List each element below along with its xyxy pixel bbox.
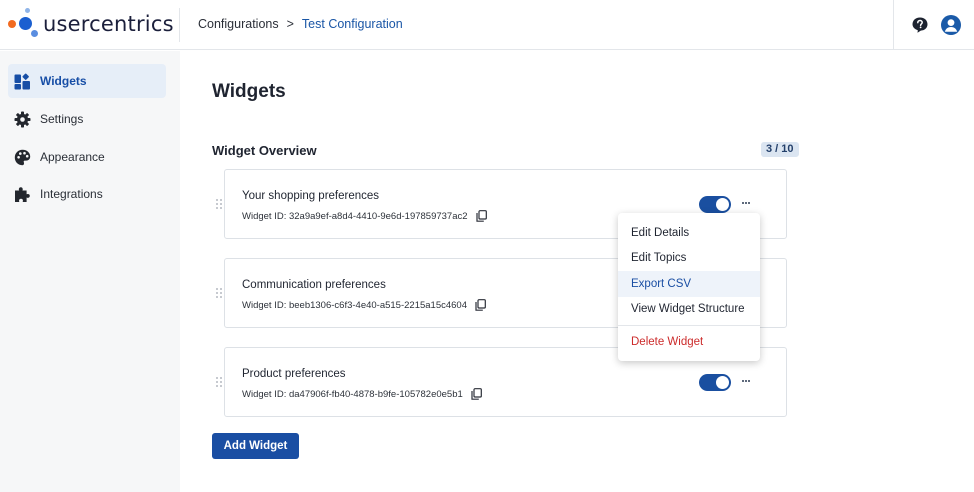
sidebar: Widgets Settings Appearance Integrations — [0, 51, 180, 492]
sidebar-item-label: Widgets — [40, 74, 87, 88]
user-avatar-icon[interactable] — [941, 15, 961, 35]
toggle-knob — [716, 376, 729, 389]
toggle-knob — [716, 198, 729, 211]
sidebar-item-appearance[interactable]: Appearance — [8, 140, 166, 174]
widget-count-badge: 3 / 10 — [761, 142, 799, 157]
breadcrumb-configurations[interactable]: Configurations — [198, 17, 279, 31]
page-title: Widgets — [212, 81, 286, 102]
logo-dot-orange — [8, 20, 16, 28]
more-options-icon[interactable] — [739, 374, 753, 388]
widget-id: Widget ID: 32a9a9ef-a8d4-4410-9e6d-19785… — [242, 210, 487, 222]
copy-icon[interactable] — [475, 299, 486, 311]
widget-context-menu: Edit Details Edit Topics Export CSV View… — [618, 213, 760, 361]
drag-handle-icon[interactable] — [215, 198, 223, 210]
usercentrics-logo[interactable]: usercentrics — [8, 6, 178, 44]
header-divider — [179, 8, 180, 42]
top-header: usercentrics Configurations > Test Confi… — [0, 0, 974, 50]
logo-dot-blue — [19, 17, 32, 30]
breadcrumb-separator: > — [286, 17, 294, 31]
palette-icon — [14, 149, 31, 165]
widget-id: Widget ID: beeb1306-c6f3-4e40-a515-2215a… — [242, 299, 486, 311]
breadcrumb: Configurations > Test Configuration — [198, 17, 403, 31]
gear-icon — [14, 111, 31, 127]
logo-dot-blue-light — [31, 30, 38, 37]
sidebar-item-label: Integrations — [40, 187, 103, 201]
puzzle-icon — [15, 186, 30, 202]
logo-dot-blue-small — [25, 8, 30, 13]
widget-id-text: Widget ID: beeb1306-c6f3-4e40-a515-2215a… — [242, 299, 467, 311]
menu-item-export-csv[interactable]: Export CSV — [618, 271, 760, 297]
drag-handle-icon[interactable] — [215, 376, 223, 388]
widget-id: Widget ID: da47906f-fb40-4878-b9fe-10578… — [242, 388, 482, 400]
copy-icon[interactable] — [475, 210, 487, 222]
brand-name: usercentrics — [43, 12, 174, 36]
menu-divider — [618, 325, 760, 326]
widget-id-text: Widget ID: 32a9a9ef-a8d4-4410-9e6d-19785… — [242, 210, 468, 222]
breadcrumb-current[interactable]: Test Configuration — [302, 17, 403, 31]
menu-item-delete-widget[interactable]: Delete Widget — [618, 329, 760, 355]
copy-icon[interactable] — [471, 388, 482, 400]
sidebar-item-settings[interactable]: Settings — [8, 102, 166, 136]
widget-enabled-toggle[interactable] — [699, 374, 731, 391]
sidebar-item-label: Settings — [40, 112, 84, 126]
widget-title: Communication preferences — [242, 279, 386, 291]
widgets-icon — [14, 72, 30, 89]
more-options-icon[interactable] — [739, 196, 753, 210]
drag-handle-icon[interactable] — [215, 287, 223, 299]
widget-enabled-toggle[interactable] — [699, 196, 731, 213]
header-divider-right — [893, 0, 894, 50]
widget-title: Your shopping preferences — [242, 190, 380, 202]
add-widget-button[interactable]: Add Widget — [212, 433, 299, 459]
section-title: Widget Overview — [212, 143, 317, 158]
menu-item-view-widget-structure[interactable]: View Widget Structure — [618, 297, 760, 323]
help-icon[interactable] — [912, 17, 928, 33]
widget-title: Product preferences — [242, 368, 346, 380]
widget-id-text: Widget ID: da47906f-fb40-4878-b9fe-10578… — [242, 388, 463, 400]
menu-item-edit-details[interactable]: Edit Details — [618, 220, 760, 246]
sidebar-item-widgets[interactable]: Widgets — [8, 64, 166, 98]
sidebar-item-label: Appearance — [40, 150, 105, 164]
sidebar-item-integrations[interactable]: Integrations — [8, 177, 166, 211]
menu-item-edit-topics[interactable]: Edit Topics — [618, 246, 760, 272]
